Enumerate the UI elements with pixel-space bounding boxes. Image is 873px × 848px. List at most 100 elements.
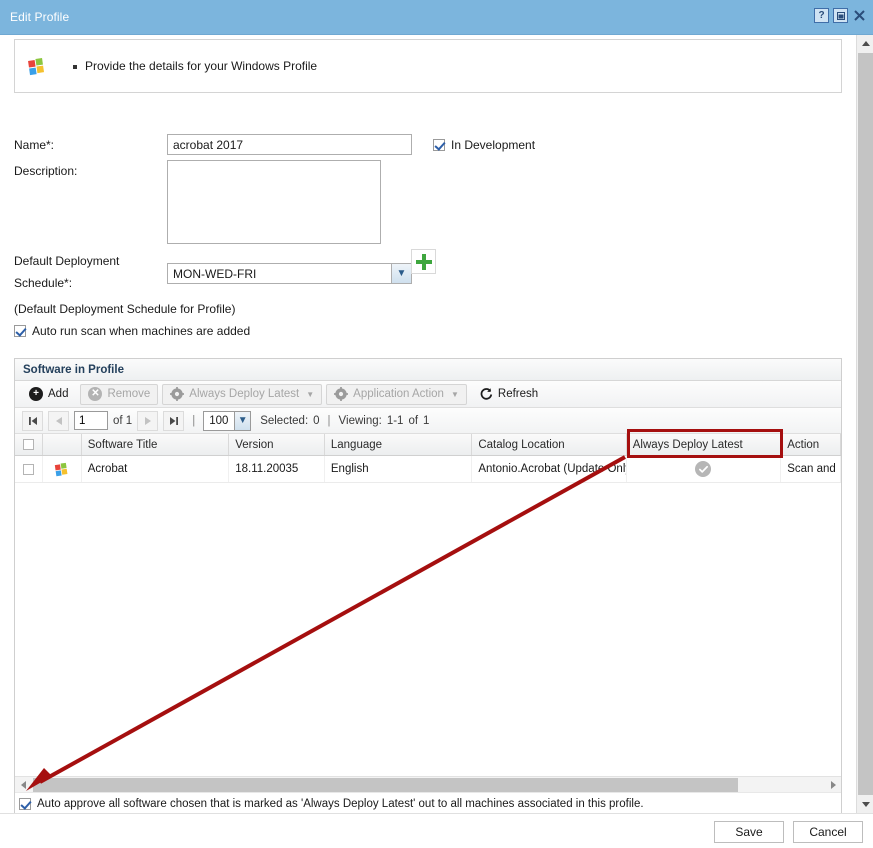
schedule-label-line2: Schedule*: xyxy=(14,276,73,290)
windows-app-icon xyxy=(55,462,68,476)
hscrollbar-track[interactable] xyxy=(31,777,825,793)
always-deploy-latest-cell[interactable] xyxy=(627,456,782,482)
select-all-header[interactable] xyxy=(15,434,43,455)
page-of-label: of 1 xyxy=(113,414,133,427)
hscrollbar-thumb[interactable] xyxy=(33,777,738,792)
selected-count: 0 xyxy=(313,414,320,427)
page-size-value: 100 xyxy=(209,414,229,427)
chevron-right-icon xyxy=(830,780,836,789)
viewing-of-label: of xyxy=(408,414,419,427)
gear-icon xyxy=(334,387,349,401)
scroll-up-button[interactable] xyxy=(857,35,873,52)
help-icon: ? xyxy=(818,10,825,21)
check-circle-icon xyxy=(695,461,712,477)
description-label: Description: xyxy=(14,164,78,178)
windows-flag-icon xyxy=(28,58,45,76)
prev-page-icon xyxy=(55,416,62,425)
row-icon-cell xyxy=(43,456,82,482)
version-cell: 18.11.20035 xyxy=(229,456,325,482)
cancel-button[interactable]: Cancel xyxy=(793,821,863,843)
refresh-button[interactable]: Refresh xyxy=(471,384,546,405)
auto-run-scan-checkbox-row[interactable]: Auto run scan when machines are added xyxy=(14,324,250,338)
remove-button-label: Remove xyxy=(107,388,151,400)
panel-toolbar: + Add ✕ Remove Always Deploy Latest ▼ Ap… xyxy=(15,381,841,408)
first-page-button[interactable] xyxy=(22,410,43,431)
last-page-button[interactable] xyxy=(163,410,185,431)
close-icon xyxy=(854,10,865,21)
software-title-header[interactable]: Software Title xyxy=(82,434,230,455)
language-header[interactable]: Language xyxy=(325,434,473,455)
refresh-icon xyxy=(480,388,493,400)
bullet-marker xyxy=(73,65,77,69)
chevron-down-icon[interactable]: ▼ xyxy=(234,411,251,430)
row-select-cell[interactable] xyxy=(15,456,43,482)
auto-approve-row[interactable]: Auto approve all software chosen that is… xyxy=(15,792,841,813)
dialog-content: Provide the details for your Windows Pro… xyxy=(0,35,856,813)
schedule-hint-text: (Default Deployment Schedule for Profile… xyxy=(14,302,236,316)
remove-button[interactable]: ✕ Remove xyxy=(80,383,159,405)
table-row[interactable]: Acrobat 18.11.20035 English Antonio.Acro… xyxy=(15,456,841,483)
add-button-label: Add xyxy=(48,388,69,400)
name-label: Name*: xyxy=(14,138,55,152)
language-cell: English xyxy=(325,456,473,482)
in-development-checkbox-row[interactable]: In Development xyxy=(433,138,535,152)
banner-text: Provide the details for your Windows Pro… xyxy=(85,59,318,73)
next-page-button[interactable] xyxy=(137,410,159,431)
action-header[interactable]: Action xyxy=(781,434,841,455)
icon-column-header xyxy=(43,434,82,455)
selected-label: Selected: xyxy=(260,414,309,427)
edit-profile-dialog: Edit Profile ? Provide the details for y… xyxy=(0,0,873,848)
select-all-checkbox[interactable] xyxy=(22,439,34,450)
x-circle-icon: ✕ xyxy=(88,387,103,401)
panel-title: Software in Profile xyxy=(15,359,841,381)
save-button[interactable]: Save xyxy=(714,821,784,843)
help-button[interactable]: ? xyxy=(814,8,829,23)
application-action-menu[interactable]: Application Action ▼ xyxy=(326,383,467,405)
description-textarea[interactable] xyxy=(167,160,381,244)
scroll-left-button[interactable] xyxy=(15,777,31,793)
viewing-range: 1-1 xyxy=(386,414,404,427)
dialog-vertical-scrollbar[interactable] xyxy=(856,35,873,813)
chevron-down-icon: ▼ xyxy=(450,389,459,399)
chevron-up-icon xyxy=(861,41,870,46)
refresh-button-label: Refresh xyxy=(497,388,539,400)
action-cell: Scan and xyxy=(781,456,841,482)
dialog-footer: Save Cancel xyxy=(0,813,873,848)
version-header[interactable]: Version xyxy=(229,434,325,455)
always-deploy-latest-header[interactable]: Always Deploy Latest xyxy=(627,434,782,455)
default-deployment-schedule-select[interactable]: MON-WED-FRI ▼ xyxy=(167,263,412,284)
row-checkbox[interactable] xyxy=(22,463,34,475)
pager-divider-2: | xyxy=(327,414,331,427)
schedule-label-line1: Default Deployment xyxy=(14,254,120,268)
prev-page-button[interactable] xyxy=(48,410,69,431)
page-number-input[interactable] xyxy=(74,411,108,430)
close-button[interactable] xyxy=(852,8,867,23)
gear-icon xyxy=(170,387,185,401)
auto-run-scan-checkbox[interactable] xyxy=(14,325,26,337)
always-deploy-latest-menu[interactable]: Always Deploy Latest ▼ xyxy=(162,383,323,405)
software-title-cell: Acrobat xyxy=(82,456,230,482)
viewing-label: Viewing: xyxy=(338,414,382,427)
scroll-down-button[interactable] xyxy=(857,796,873,813)
catalog-location-header[interactable]: Catalog Location xyxy=(472,434,627,455)
window-title: Edit Profile xyxy=(10,10,70,24)
catalog-location-cell: Antonio.Acrobat (Update Only) xyxy=(472,456,627,482)
auto-run-scan-label: Auto run scan when machines are added xyxy=(32,324,251,338)
auto-approve-checkbox[interactable] xyxy=(19,798,31,810)
scroll-right-button[interactable] xyxy=(825,777,841,793)
add-button[interactable]: + Add xyxy=(21,384,76,405)
add-schedule-button[interactable] xyxy=(411,249,436,274)
maximize-button[interactable] xyxy=(833,8,848,23)
always-deploy-latest-menu-label: Always Deploy Latest xyxy=(189,388,300,400)
in-development-checkbox[interactable] xyxy=(433,139,445,151)
chevron-down-icon[interactable]: ▼ xyxy=(391,264,411,283)
name-input[interactable] xyxy=(167,134,412,155)
grid-horizontal-scrollbar[interactable] xyxy=(15,776,841,792)
page-size-select[interactable]: 100 ▼ xyxy=(203,410,252,431)
pagination-bar: of 1 | 100 ▼ Selected: xyxy=(15,408,841,434)
first-page-icon xyxy=(28,416,37,425)
scrollbar-thumb[interactable] xyxy=(858,53,873,795)
grid-body: Acrobat 18.11.20035 English Antonio.Acro… xyxy=(15,456,841,766)
in-development-label: In Development xyxy=(451,138,536,152)
maximize-icon xyxy=(836,11,845,20)
